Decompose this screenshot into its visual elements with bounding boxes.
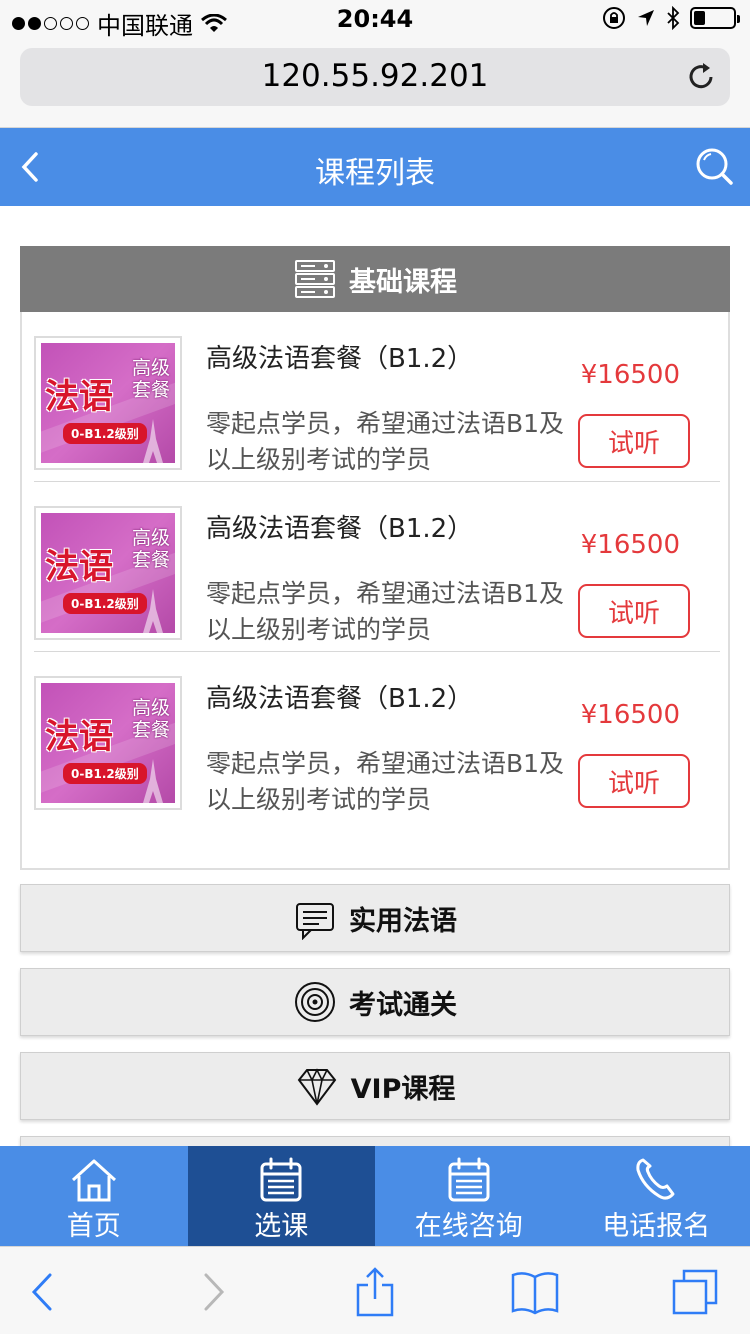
page-title: 课程列表 <box>315 156 435 191</box>
section-label: 基础课程 <box>349 266 457 298</box>
thumbnail-level-tag: 0-B1.2级别 <box>63 423 147 444</box>
section-basic-courses[interactable]: 基础课程 <box>20 246 730 312</box>
status-right <box>602 6 740 30</box>
eiffel-tower-icon <box>143 759 163 803</box>
eiffel-tower-icon <box>143 419 163 463</box>
course-description: 零起点学员，希望通过法语B1及以上级别考试的学员 <box>206 749 565 814</box>
home-icon <box>71 1159 116 1202</box>
browser-back-icon[interactable] <box>20 1267 70 1317</box>
thumbnail-side-text: 高级套餐 <box>131 527 170 571</box>
course-title[interactable]: 高级法语套餐（B1.2） <box>206 338 473 375</box>
search-icon[interactable] <box>694 146 734 186</box>
browser-toolbar <box>0 1246 750 1334</box>
nav-item-course-select[interactable]: 选课 <box>187 1146 375 1246</box>
url-text[interactable]: 120.55.92.201 <box>20 58 730 94</box>
battery-level <box>694 11 706 25</box>
course-price: ¥16500 <box>580 530 680 560</box>
course-thumbnail[interactable]: 法语 高级套餐 0-B1.2级别 <box>34 336 182 470</box>
location-icon <box>638 10 654 26</box>
course-price: ¥16500 <box>580 700 680 730</box>
nav-item-online-consult[interactable]: 在线咨询 <box>375 1146 563 1246</box>
rotation-lock-icon <box>603 7 625 29</box>
nav-item-home[interactable]: 首页 <box>0 1146 188 1246</box>
target-icon <box>295 982 335 1022</box>
nav-label: 选课 <box>254 1211 309 1242</box>
course-item[interactable]: 法语 高级套餐 0-B1.2级别 高级法语套餐（B1.2） 零起点学员，希望通过… <box>34 652 720 822</box>
course-list: 法语 高级套餐 0-B1.2级别 高级法语套餐（B1.2） 零起点学员，希望通过… <box>20 312 730 870</box>
share-icon[interactable] <box>350 1267 400 1317</box>
section-label: 考试通关 <box>349 989 457 1021</box>
thumbnail-level-tag: 0-B1.2级别 <box>63 763 147 784</box>
trial-button[interactable]: 试听 <box>578 754 690 808</box>
course-description: 零起点学员，希望通过法语B1及以上级别考试的学员 <box>206 409 565 474</box>
section-label: VIP课程 <box>350 1073 456 1105</box>
section-label: 实用法语 <box>349 905 457 937</box>
nav-label: 在线咨询 <box>414 1211 523 1242</box>
tabs-icon[interactable] <box>670 1267 720 1317</box>
course-list-content: 基础课程 法语 高级套餐 0-B1.2级别 高级法语套餐（B1.2） 零起点学员… <box>0 206 750 1146</box>
thumbnail-main-text: 法语 <box>45 717 113 757</box>
nav-label: 电话报名 <box>602 1211 711 1242</box>
course-item[interactable]: 法语 高级套餐 0-B1.2级别 高级法语套餐（B1.2） 零起点学员，希望通过… <box>34 312 720 482</box>
thumbnail-main-text: 法语 <box>45 377 113 417</box>
nav-item-phone-signup[interactable]: 电话报名 <box>563 1146 750 1246</box>
browser-address-area: 120.55.92.201 <box>0 40 750 128</box>
thumbnail-side-text: 高级套餐 <box>131 697 170 741</box>
reload-icon[interactable] <box>686 62 716 92</box>
trial-button[interactable]: 试听 <box>578 414 690 468</box>
bluetooth-icon <box>667 6 680 30</box>
calendar-icon <box>260 1157 302 1202</box>
server-stack-icon <box>295 260 335 298</box>
course-thumbnail[interactable]: 法语 高级套餐 0-B1.2级别 <box>34 676 182 810</box>
phone-icon <box>636 1158 675 1200</box>
browser-forward-icon[interactable] <box>186 1267 236 1317</box>
address-bar[interactable]: 120.55.92.201 <box>20 48 730 106</box>
course-price: ¥16500 <box>580 360 680 390</box>
course-title[interactable]: 高级法语套餐（B1.2） <box>206 508 473 545</box>
section-more[interactable] <box>20 1136 730 1146</box>
diamond-icon <box>297 1068 336 1106</box>
bookmarks-icon[interactable] <box>510 1267 560 1317</box>
app-header: 课程列表 <box>0 128 750 206</box>
section-exam-pass[interactable]: 考试通关 <box>20 968 730 1036</box>
course-title[interactable]: 高级法语套餐（B1.2） <box>206 678 473 715</box>
eiffel-tower-icon <box>143 589 163 633</box>
bottom-nav: 首页 选课 在线咨询 电话报名 <box>0 1146 750 1246</box>
thumbnail-main-text: 法语 <box>45 547 113 587</box>
battery-icon <box>690 7 740 29</box>
trial-button[interactable]: 试听 <box>578 584 690 638</box>
course-thumbnail[interactable]: 法语 高级套餐 0-B1.2级别 <box>34 506 182 640</box>
nav-label: 首页 <box>66 1211 121 1242</box>
course-description: 零起点学员，希望通过法语B1及以上级别考试的学员 <box>206 579 565 644</box>
section-vip-courses[interactable]: VIP课程 <box>20 1052 730 1120</box>
thumbnail-side-text: 高级套餐 <box>131 357 170 401</box>
chat-bubble-icon <box>296 903 334 940</box>
section-practical-french[interactable]: 实用法语 <box>20 884 730 952</box>
calendar-icon <box>448 1157 490 1202</box>
thumbnail-level-tag: 0-B1.2级别 <box>63 593 147 614</box>
course-item[interactable]: 法语 高级套餐 0-B1.2级别 高级法语套餐（B1.2） 零起点学员，希望通过… <box>34 482 720 652</box>
status-bar: 中国联通 20:44 <box>0 0 750 40</box>
